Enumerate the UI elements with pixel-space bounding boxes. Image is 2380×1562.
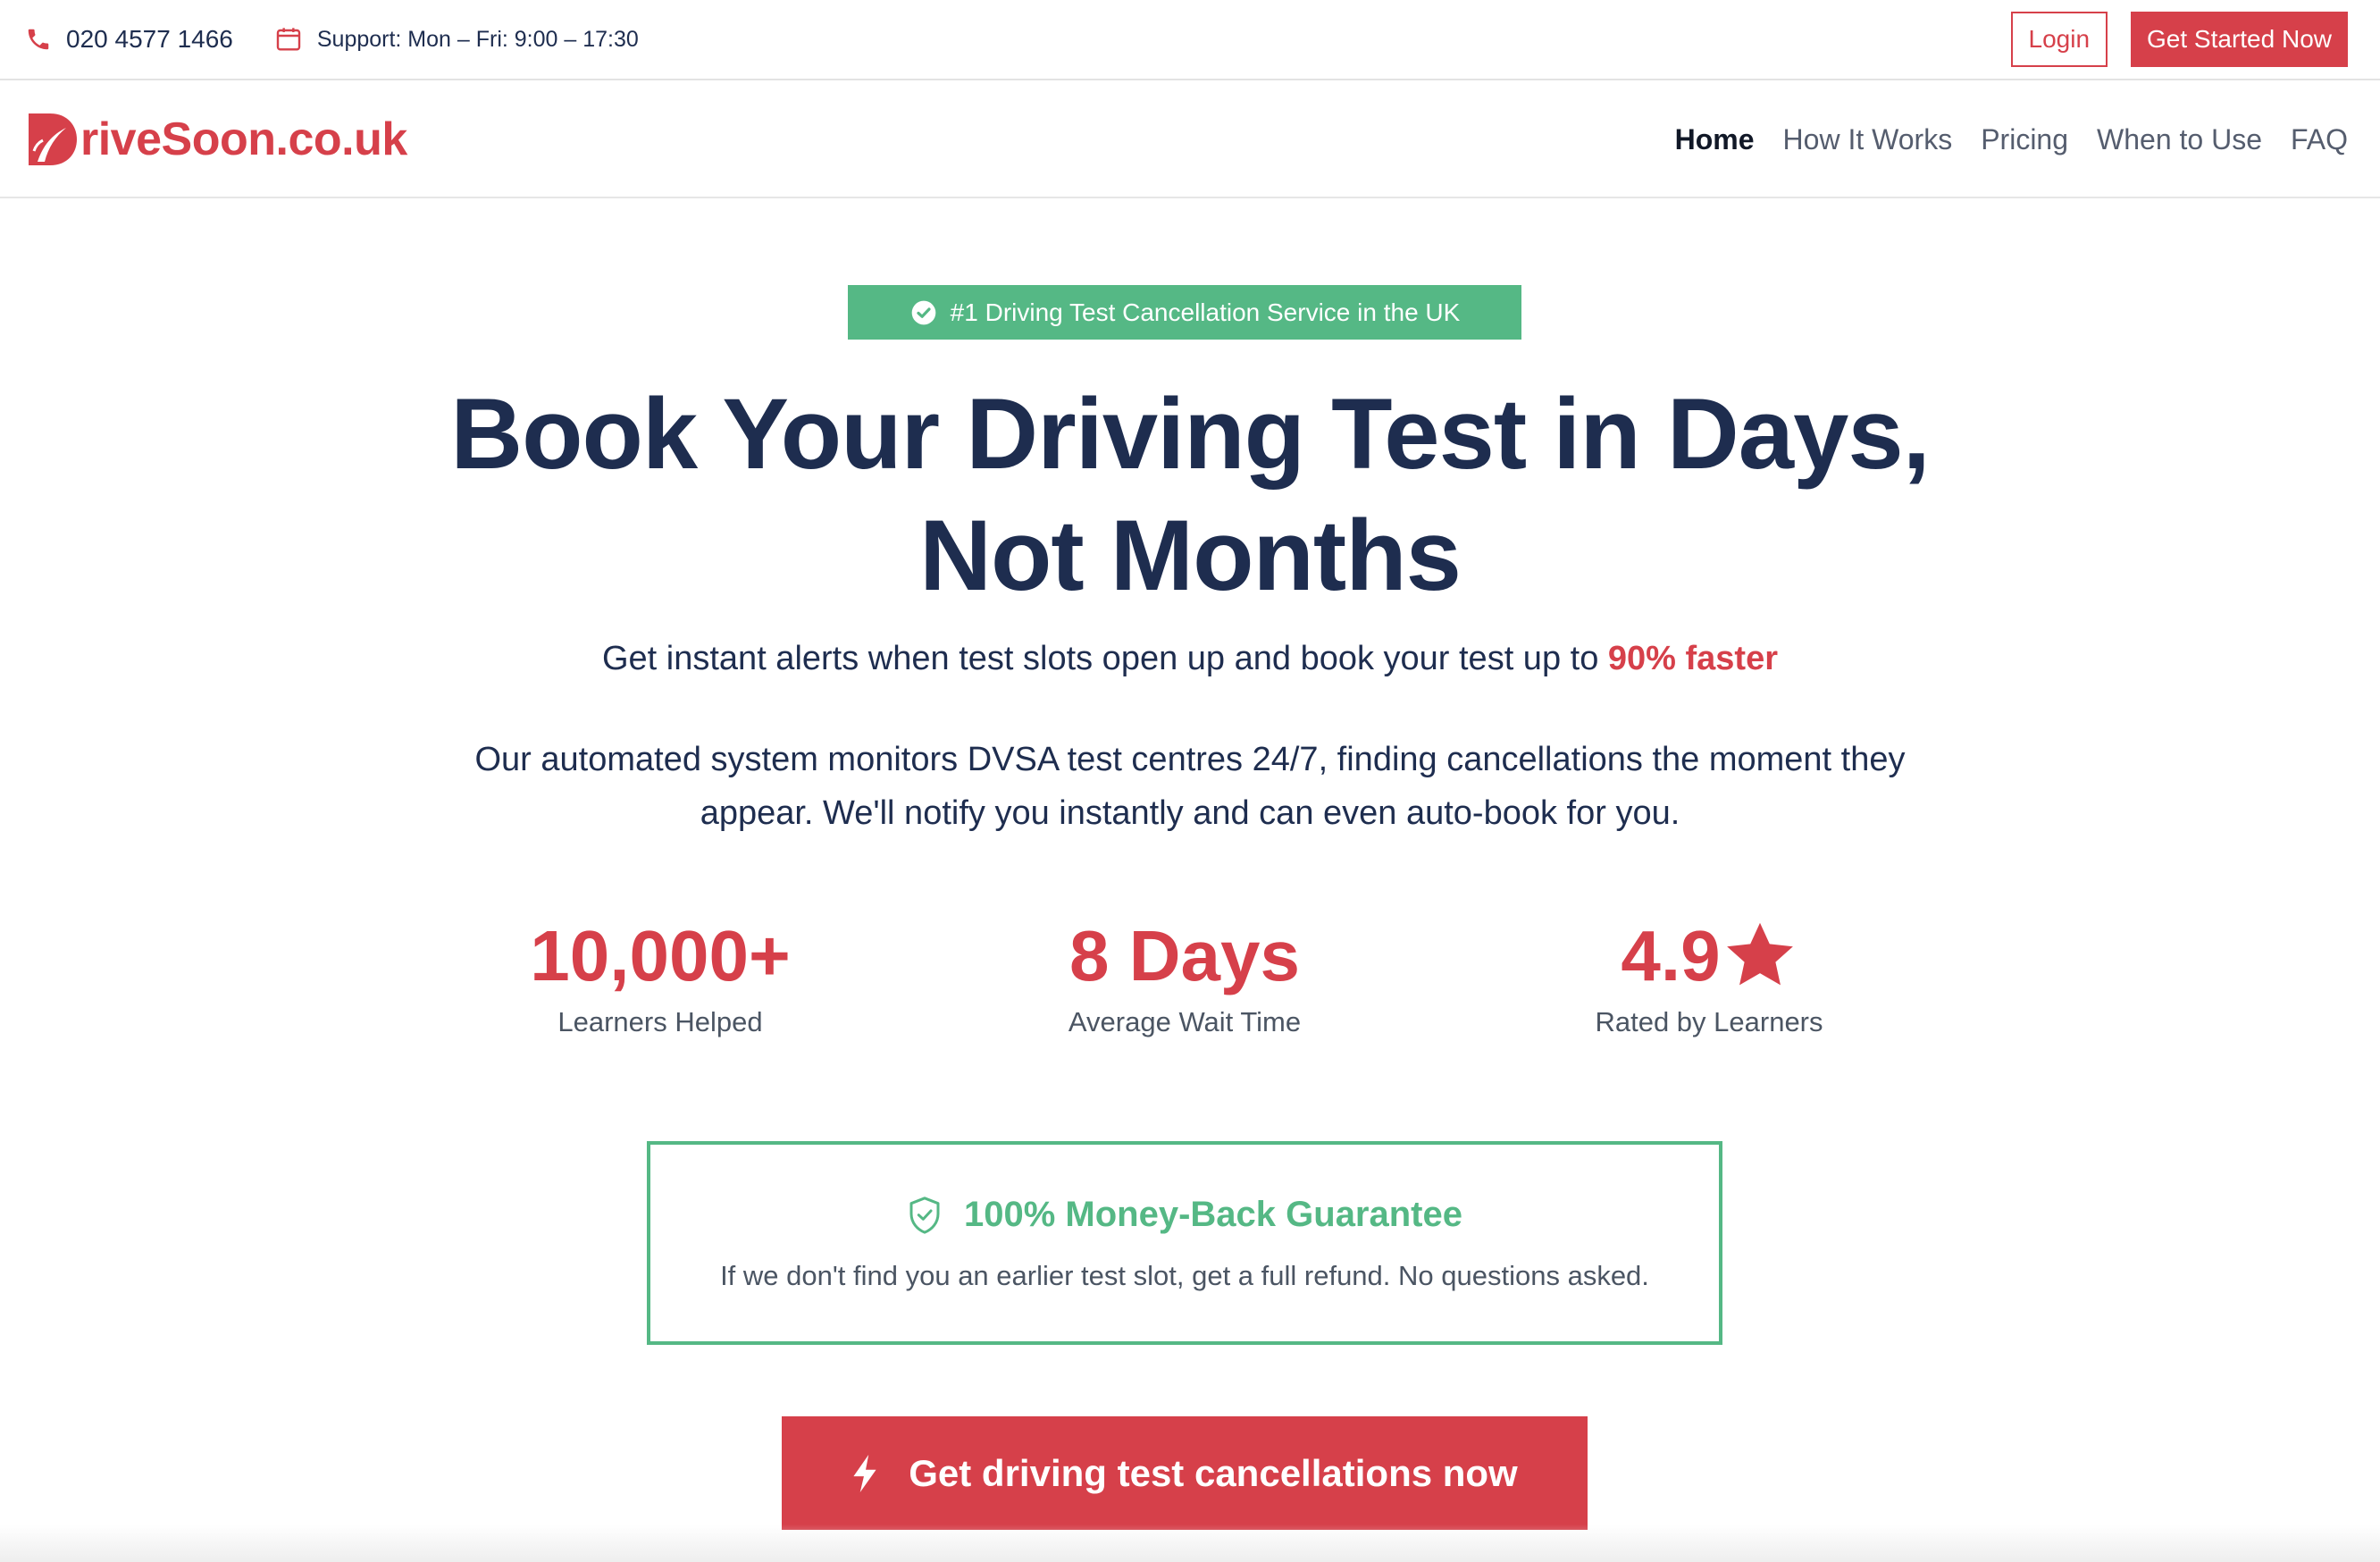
hero-badge: #1 Driving Test Cancellation Service in … [848,285,1521,340]
guarantee-title: 100% Money-Back Guarantee [650,1195,1719,1235]
hero-badge-text: #1 Driving Test Cancellation Service in … [950,298,1461,326]
cta-label: Get driving test cancellations now [909,1451,1518,1494]
hero-subtitle-text: Get instant alerts when test slots open … [601,640,1608,677]
cta-button[interactable]: Get driving test cancellations now [782,1416,1588,1530]
lightning-icon [851,1454,878,1492]
star-icon [1722,920,1798,992]
stat-learners: 10,000+ Learners Helped [410,911,910,1038]
support-text: Support: Mon – Fri: 9:00 – 17:30 [316,26,639,52]
hero-description: Our automated system monitors DVSA test … [474,741,1906,832]
contact-info: 020 4577 1466 Support: Mon – Fri: 9:00 –… [25,25,639,54]
stat-wait-time: 8 Days Average Wait Time [934,911,1435,1038]
stat-rating: 4.9 Rated by Learners [1459,911,1959,1038]
stat-rating-value: 4.9 [1459,911,1959,1001]
check-circle-icon [909,298,938,327]
nav-home[interactable]: Home [1675,123,1755,156]
stat-label: Learners Helped [557,1006,763,1037]
hero-title-line1: Book Your Driving Test in Days, [450,378,1931,490]
phone-icon [25,26,52,53]
nav-when-to-use[interactable]: When to Use [2097,123,2262,156]
stat-value: 10,000+ [530,916,791,995]
hero-subtitle: Get instant alerts when test slots open … [297,640,2083,678]
logo-text: riveSoon.co.uk [80,113,407,165]
shield-check-icon [907,1196,943,1235]
support-hours: Support: Mon – Fri: 9:00 – 17:30 [274,25,639,54]
stat-label: Rated by Learners [1595,1006,1823,1037]
guarantee-title-text: 100% Money-Back Guarantee [963,1195,1462,1234]
calendar-icon [274,25,303,54]
nav-pricing[interactable]: Pricing [1981,123,2068,156]
guarantee-text: If we don't find you an earlier test slo… [720,1260,1649,1291]
phone-number: 020 4577 1466 [66,25,233,53]
nav-faq[interactable]: FAQ [2291,123,2348,156]
hero-title: Book Your Driving Test in Days, Not Mont… [297,374,2083,617]
main-nav: riveSoon.co.uk Home How It Works Pricing… [0,82,2380,198]
hero-subtitle-highlight: 90% faster [1607,640,1779,677]
top-bar: 020 4577 1466 Support: Mon – Fri: 9:00 –… [0,0,2380,80]
get-started-button[interactable]: Get Started Now [2131,12,2348,67]
money-back-guarantee: 100% Money-Back Guarantee If we don't fi… [647,1141,1722,1345]
site-logo[interactable]: riveSoon.co.uk [25,110,407,169]
bottom-fade [0,1524,2380,1562]
stat-value: 4.9 [1621,916,1721,995]
hero-title-line2: Not Months [919,500,1462,611]
logo-d-icon [29,113,77,165]
login-button[interactable]: Login [2010,12,2108,67]
stat-value: 8 Days [1069,916,1300,995]
nav-links: Home How It Works Pricing When to Use FA… [1647,123,2348,156]
nav-how-it-works[interactable]: How It Works [1783,123,1953,156]
phone-link[interactable]: 020 4577 1466 [25,25,233,54]
stat-label: Average Wait Time [1068,1006,1302,1037]
